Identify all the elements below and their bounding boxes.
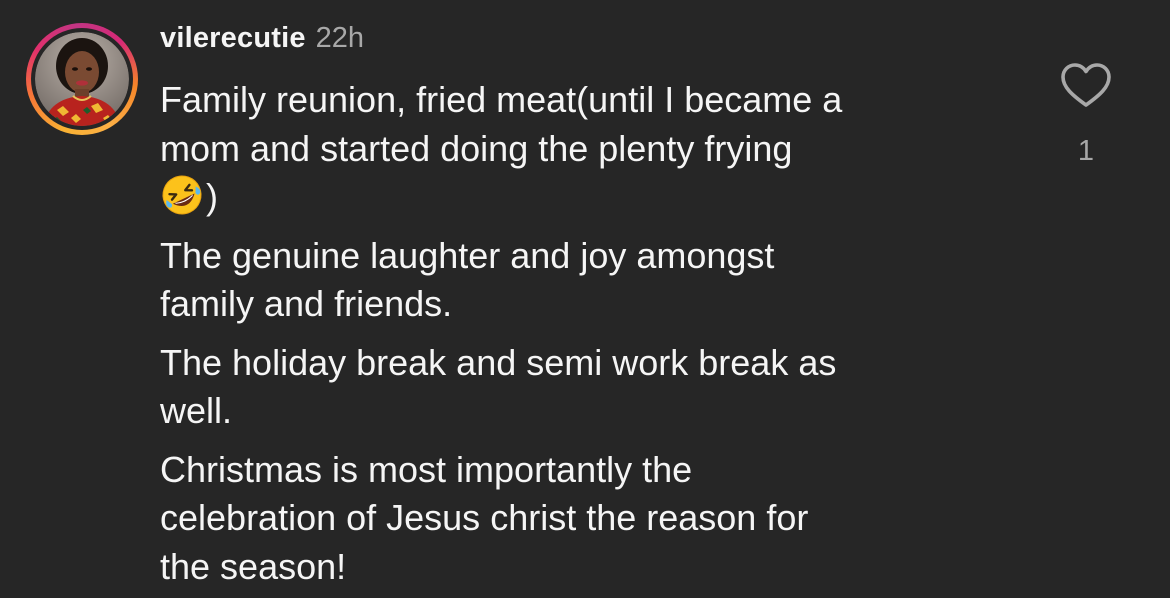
comment-line: the season! [160, 545, 347, 587]
comment-line: celebration of Jesus christ the reason f… [160, 497, 809, 538]
comment-line-end: ) [206, 176, 218, 217]
comment-line: Christmas is most importantly the [160, 448, 693, 490]
avatar-ring-gap [31, 28, 133, 130]
user-avatar[interactable] [35, 32, 129, 126]
comment-line: ) [160, 173, 990, 222]
comment-line: Family reunion, fried meat(until I becam… [160, 79, 843, 120]
avatar-story-ring[interactable] [26, 23, 138, 135]
comment-line: The holiday break and semi work break as [160, 341, 837, 383]
comment-paragraph: The genuine laughter and joy amongst fam… [160, 232, 990, 329]
comment-paragraph: The holiday break and semi work break as… [160, 339, 990, 436]
comment-line: well. [160, 390, 233, 431]
comment-header: vilerecutie 22h [160, 22, 364, 62]
like-area [1058, 60, 1114, 110]
comment-paragraph: Christmas is most importantly the celebr… [160, 446, 990, 592]
comment-timestamp: 22h [315, 22, 365, 54]
comment-paragraph: Family reunion, fried meat(until I becam… [160, 76, 990, 222]
comment-line: family and friends. [160, 283, 453, 324]
heart-outline-icon[interactable] [1058, 60, 1114, 110]
comment-line: mom and started doing the plenty frying [160, 127, 793, 169]
like-count[interactable]: 1 [1058, 135, 1114, 168]
username[interactable]: vilerecutie [160, 22, 306, 55]
rolling-on-floor-laughing-emoji [162, 175, 202, 215]
comment-line: The genuine laughter and joy amongst [160, 234, 775, 276]
comment-body: Family reunion, fried meat(until I becam… [160, 76, 990, 598]
